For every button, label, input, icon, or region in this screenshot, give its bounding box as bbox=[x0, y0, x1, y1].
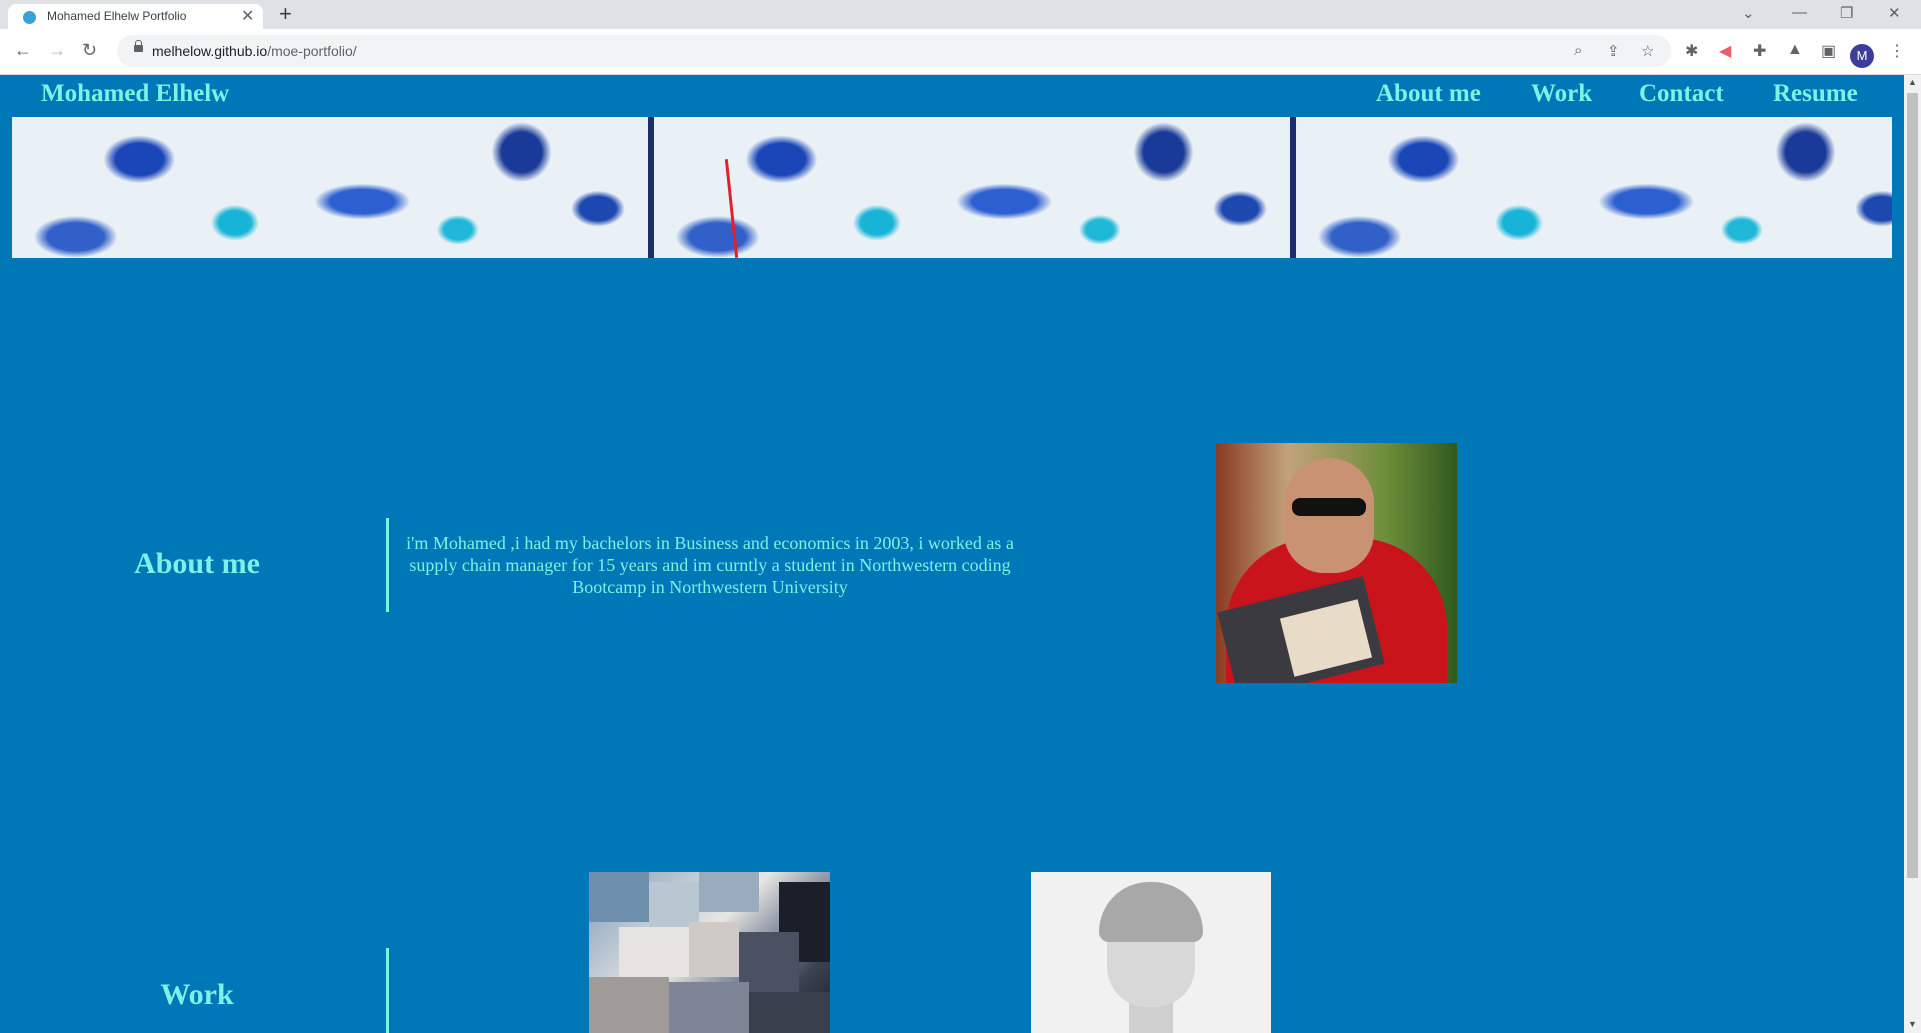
nav-about-link[interactable]: About me bbox=[1376, 80, 1481, 108]
profile-photo bbox=[1216, 443, 1457, 683]
about-heading: About me bbox=[134, 547, 260, 580]
back-icon[interactable]: ← bbox=[14, 40, 32, 61]
profile-avatar[interactable]: M bbox=[1850, 44, 1874, 68]
browser-tab-bar: Mohamed Elhelw Portfolio ✕ + ⌄ — ❐ ✕ bbox=[0, 0, 1921, 29]
tab-search-icon[interactable]: ⌄ bbox=[1742, 4, 1755, 22]
browser-tab[interactable]: Mohamed Elhelw Portfolio ✕ bbox=[8, 4, 263, 29]
url-host: melhelow.github.io bbox=[152, 43, 268, 59]
tab-title: Mohamed Elhelw Portfolio bbox=[47, 9, 187, 23]
nav-resume-link[interactable]: Resume bbox=[1773, 80, 1858, 108]
bookmark-star-icon[interactable]: ☆ bbox=[1641, 42, 1654, 60]
work-heading: Work bbox=[160, 978, 234, 1011]
work-divider bbox=[386, 948, 389, 1033]
new-tab-icon[interactable]: + bbox=[279, 1, 292, 27]
scroll-up-icon[interactable]: ▲ bbox=[1908, 77, 1917, 87]
header-banner-image bbox=[12, 117, 1892, 258]
extension-bug-icon[interactable]: ✱ bbox=[1685, 41, 1698, 61]
extensions-puzzle-icon[interactable]: ✚ bbox=[1753, 41, 1766, 61]
scroll-down-icon[interactable]: ▼ bbox=[1908, 1019, 1917, 1029]
url-text: melhelow.github.io/moe-portfolio/ bbox=[152, 43, 357, 59]
site-title[interactable]: Mohamed Elhelw bbox=[41, 80, 229, 108]
lock-icon bbox=[134, 40, 143, 52]
work-project-thumbnail[interactable] bbox=[589, 872, 830, 1033]
minimize-icon[interactable]: — bbox=[1792, 4, 1807, 21]
address-bar[interactable]: melhelow.github.io/moe-portfolio/ ⌕ ⇪ ☆ bbox=[117, 35, 1671, 67]
favicon-icon bbox=[23, 11, 36, 24]
forward-icon[interactable]: → bbox=[48, 40, 66, 61]
url-path: /moe-portfolio/ bbox=[267, 43, 357, 59]
side-panel-icon[interactable]: ▣ bbox=[1821, 41, 1836, 61]
extension-red-icon[interactable]: ◀ bbox=[1719, 41, 1731, 61]
browser-toolbar: ← → ↻ melhelow.github.io/moe-portfolio/ … bbox=[0, 29, 1921, 75]
page-viewport: Mohamed Elhelw About me Work Contact Res… bbox=[0, 75, 1904, 1033]
nav-contact-link[interactable]: Contact bbox=[1639, 80, 1724, 108]
page-scrollbar[interactable]: ▲ ▼ bbox=[1904, 75, 1921, 1033]
menu-kebab-icon[interactable]: ⋮ bbox=[1889, 41, 1905, 61]
close-tab-icon[interactable]: ✕ bbox=[241, 6, 254, 26]
restore-icon[interactable]: ❐ bbox=[1840, 4, 1853, 22]
scroll-thumb[interactable] bbox=[1907, 93, 1918, 878]
labs-flask-icon[interactable]: ▲ bbox=[1787, 41, 1803, 59]
close-window-icon[interactable]: ✕ bbox=[1888, 4, 1901, 22]
nav-work-link[interactable]: Work bbox=[1531, 80, 1592, 108]
zoom-search-icon[interactable]: ⌕ bbox=[1574, 42, 1582, 59]
about-divider bbox=[386, 518, 389, 612]
about-text: i'm Mohamed ,i had my bachelors in Busin… bbox=[406, 533, 1014, 597]
share-icon[interactable]: ⇪ bbox=[1607, 42, 1620, 60]
reload-icon[interactable]: ↻ bbox=[82, 40, 97, 61]
work-placeholder-avatar[interactable] bbox=[1031, 872, 1271, 1033]
